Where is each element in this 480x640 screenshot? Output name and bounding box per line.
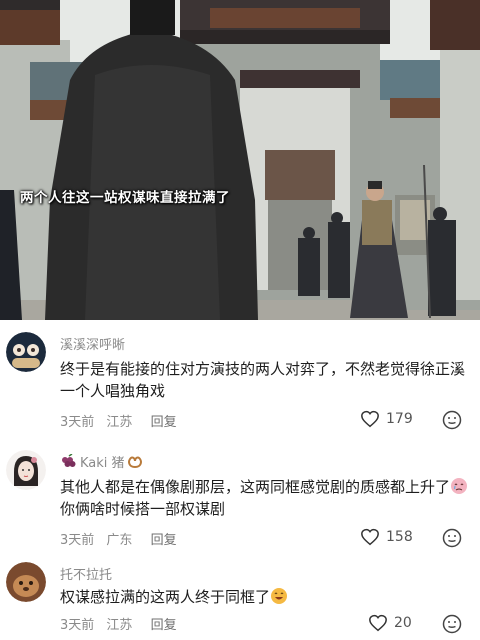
comment-location: 江苏 [106,415,133,430]
pretzel-icon [127,456,142,468]
like-button[interactable]: 179 [360,410,413,428]
avatar[interactable] [6,332,46,372]
like-button[interactable]: 158 [360,528,413,546]
grape-icon [62,453,76,467]
comment-text: 权谋感拉满的这两人终于同框了 [60,586,470,608]
comment-time: 3天前 [60,533,95,548]
avatar[interactable] [6,562,46,602]
like-count: 20 [394,615,412,631]
comment-meta: 3天前 江苏 回复 [60,614,185,633]
comment-text: 其他人都是在偶像剧那层，这两同框感觉剧的质感都上升了 你俩啥时候搭一部权谋剧 [60,476,470,520]
crying-face-emoji-icon [451,478,468,494]
emoji-react-icon[interactable] [442,528,462,548]
heart-icon [361,528,379,546]
comment-meta: 3天前 广东 回复 [60,529,185,548]
comment-meta: 3天前 江苏 回复 [60,411,185,430]
reply-button[interactable]: 回复 [151,618,177,633]
laughing-face-emoji-icon [271,588,288,604]
comment-location: 江苏 [106,618,133,633]
video-scene [0,0,480,320]
reply-button[interactable]: 回复 [151,533,177,548]
reply-button[interactable]: 回复 [151,415,177,430]
comment-time: 3天前 [60,618,95,633]
heart-icon [369,614,387,632]
video-subtitle: 两个人往这一站权谋味直接拉满了 [20,190,230,206]
video-frame[interactable]: 两个人往这一站权谋味直接拉满了 [0,0,480,320]
emoji-react-icon[interactable] [442,410,462,430]
like-count: 158 [386,529,413,545]
like-button[interactable]: 20 [368,614,412,632]
comment-text: 终于是有能接的住对方演技的两人对弈了，不然老觉得徐正溪一个人唱独角戏 [60,360,466,400]
comment-username[interactable]: 托不拉托 [60,564,112,583]
heart-icon [361,410,379,428]
comment-list: 溪溪深呼晰 终于是有能接的住对方演技的两人对弈了，不然老觉得徐正溪一个人唱独角戏… [0,320,480,640]
emoji-react-icon[interactable] [442,614,462,634]
avatar[interactable] [6,450,46,490]
comment-username[interactable]: Kaki 猪 [60,452,143,471]
comment-location: 广东 [106,533,133,548]
comment-time: 3天前 [60,415,95,430]
like-count: 179 [386,411,413,427]
comment-username[interactable]: 溪溪深呼晰 [60,334,125,353]
